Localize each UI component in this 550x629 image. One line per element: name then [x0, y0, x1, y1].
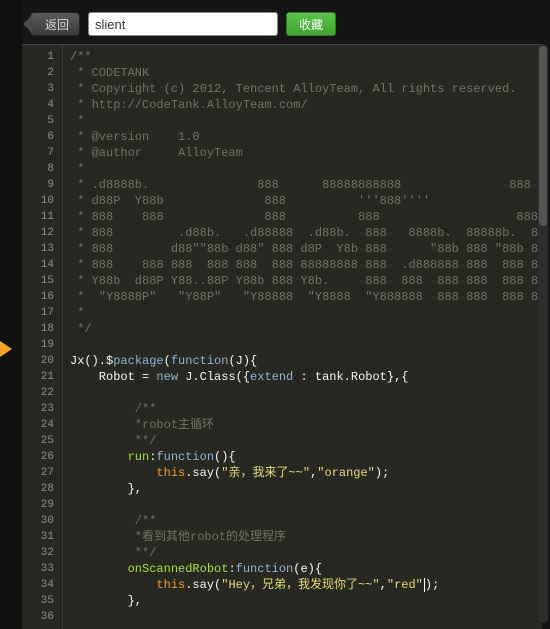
- back-button-label: 返回: [45, 16, 69, 33]
- code-line: * d88P Y88b 888 '''888'''' 888: [70, 193, 542, 209]
- line-number: 6: [22, 129, 62, 145]
- code-line: * 888 888 888 888 888 888 88888888 888 .…: [70, 257, 542, 273]
- code-line: * Y88b d88P Y88..88P Y88b 888 Y8b. 888 8…: [70, 273, 542, 289]
- line-number: 5: [22, 113, 62, 129]
- code-line: * CODETANK: [70, 65, 542, 81]
- line-number: 31: [22, 529, 62, 545]
- code-line: **/: [70, 545, 542, 561]
- line-number: 12: [22, 225, 62, 241]
- line-number: 1: [22, 49, 62, 65]
- code-line: *: [70, 113, 542, 129]
- line-number: 32: [22, 545, 62, 561]
- line-number: 20: [22, 353, 62, 369]
- line-number: 2: [22, 65, 62, 81]
- code-line: [70, 609, 542, 625]
- line-number: 25: [22, 433, 62, 449]
- line-number: 22: [22, 385, 62, 401]
- code-line: */: [70, 321, 542, 337]
- line-number: 34: [22, 577, 62, 593]
- code-line: *看到其他robot的处理程序: [70, 529, 542, 545]
- line-number: 14: [22, 257, 62, 273]
- line-number: 10: [22, 193, 62, 209]
- expand-arrow-icon[interactable]: [0, 341, 12, 357]
- code-line: * "Y8888P" "Y88P" "Y88888 "Y8888 "Y88888…: [70, 289, 542, 305]
- code-line: * 888 d88""88b d88" 888 d8P Y8b 888 "88b…: [70, 241, 542, 257]
- code-line: },: [70, 481, 542, 497]
- code-line: * http://CodeTank.AlloyTeam.com/: [70, 97, 542, 113]
- line-number-gutter: 1234567891011121314151617181920212223242…: [22, 45, 63, 629]
- code-line: Robot = new J.Class({extend : tank.Robot…: [70, 369, 542, 385]
- code-line: this.say("亲，我来了~~","orange");: [70, 465, 542, 481]
- line-number: 11: [22, 209, 62, 225]
- code-line: [70, 385, 542, 401]
- line-number: 27: [22, 465, 62, 481]
- favorite-button[interactable]: 收藏: [286, 12, 336, 36]
- code-line: run:function(){: [70, 449, 542, 465]
- line-number: 9: [22, 177, 62, 193]
- line-number: 18: [22, 321, 62, 337]
- code-line: [70, 497, 542, 513]
- toolbar: 返回 收藏: [30, 10, 540, 38]
- code-line: *: [70, 161, 542, 177]
- scrollbar-thumb[interactable]: [539, 46, 547, 226]
- robot-name-input[interactable]: [88, 12, 278, 36]
- code-line: * Copyright (c) 2012, Tencent AlloyTeam,…: [70, 81, 542, 97]
- line-number: 30: [22, 513, 62, 529]
- code-editor[interactable]: 1234567891011121314151617181920212223242…: [22, 44, 542, 629]
- line-number: 13: [22, 241, 62, 257]
- code-line: onScannedRobot:function(e){: [70, 561, 542, 577]
- code-line: },: [70, 593, 542, 609]
- line-number: 33: [22, 561, 62, 577]
- back-button[interactable]: 返回: [30, 12, 80, 36]
- line-number: 23: [22, 401, 62, 417]
- code-line: * .d8888b. 888 88888888888 888 TM: [70, 177, 542, 193]
- left-sidebar: [0, 0, 22, 629]
- line-number: 35: [22, 593, 62, 609]
- line-number: 26: [22, 449, 62, 465]
- code-line: **/: [70, 433, 542, 449]
- line-number: 3: [22, 81, 62, 97]
- code-line: * @version 1.0: [70, 129, 542, 145]
- line-number: 17: [22, 305, 62, 321]
- line-number: 29: [22, 497, 62, 513]
- line-number: 4: [22, 97, 62, 113]
- code-line: * @author AlloyTeam: [70, 145, 542, 161]
- code-line: *robot主循环: [70, 417, 542, 433]
- line-number: 7: [22, 145, 62, 161]
- code-line: [70, 337, 542, 353]
- line-number: 15: [22, 273, 62, 289]
- line-number: 36: [22, 609, 62, 625]
- code-line: * 888 888 888 888 888: [70, 209, 542, 225]
- code-line: /**: [70, 49, 542, 65]
- line-number: 16: [22, 289, 62, 305]
- vertical-scrollbar[interactable]: [538, 44, 548, 623]
- line-number: 28: [22, 481, 62, 497]
- line-number: 21: [22, 369, 62, 385]
- line-number: 24: [22, 417, 62, 433]
- line-number: 8: [22, 161, 62, 177]
- code-line: /**: [70, 401, 542, 417]
- code-line: Jx().$package(function(J){: [70, 353, 542, 369]
- line-number: 19: [22, 337, 62, 353]
- code-line: *: [70, 305, 542, 321]
- code-line: this.say("Hey，兄弟，我发现你了~~","red");: [70, 577, 542, 593]
- code-line: * 888 .d88b. .d88888 .d88b. 888 8888b. 8…: [70, 225, 542, 241]
- favorite-button-label: 收藏: [299, 18, 323, 32]
- code-line: /**: [70, 513, 542, 529]
- code-content[interactable]: /** * CODETANK * Copyright (c) 2012, Ten…: [62, 45, 542, 629]
